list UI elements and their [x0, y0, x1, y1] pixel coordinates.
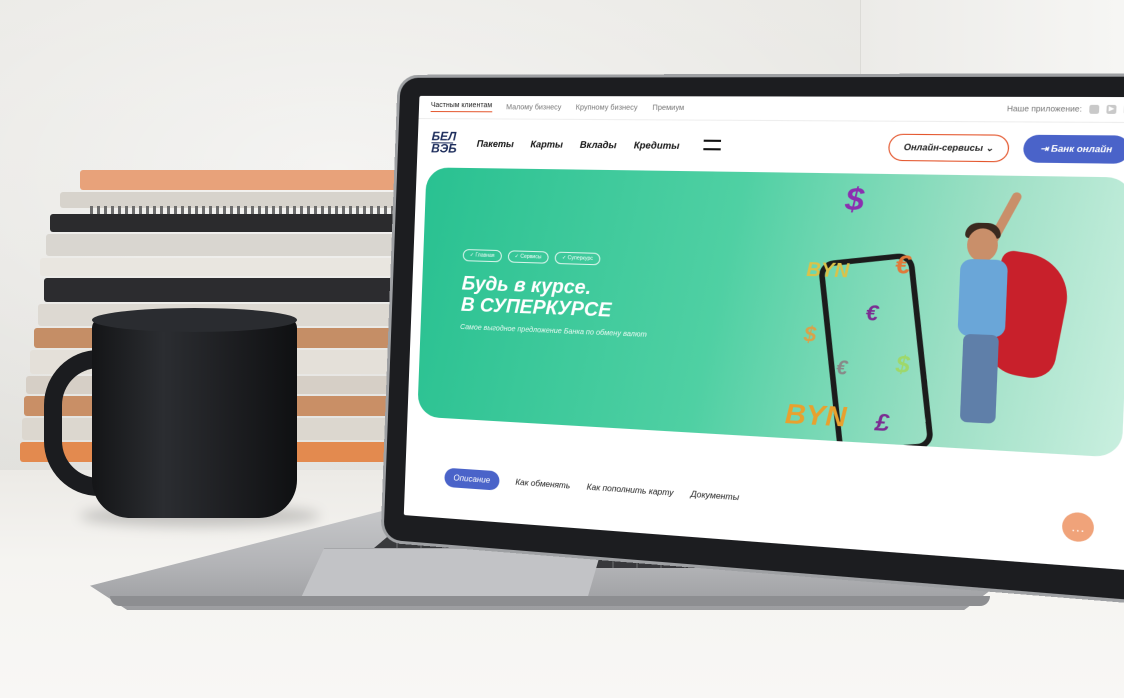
hamburger-menu-icon[interactable] — [702, 139, 721, 151]
bank-online-button[interactable]: ⇥ Банк онлайн — [1022, 134, 1124, 164]
laptop-lid: Частным клиентам Малому бизнесу Крупному… — [383, 76, 1124, 602]
nav-cards[interactable]: Карты — [530, 139, 563, 150]
scene-photo: Частным клиентам Малому бизнесу Крупному… — [0, 0, 1124, 698]
tab-small-business[interactable]: Малому бизнесу — [506, 104, 561, 111]
tab-private-clients[interactable]: Частным клиентам — [430, 101, 493, 113]
online-services-label: Онлайн-сервисы — [903, 141, 984, 153]
login-icon: ⇥ — [1040, 143, 1052, 154]
tab-how-to-exchange[interactable]: Как обменять — [515, 478, 570, 491]
nav-deposits[interactable]: Вклады — [580, 140, 617, 151]
apple-icon[interactable] — [1089, 104, 1100, 114]
nav-credits[interactable]: Кредиты — [634, 140, 680, 151]
coffee-mug — [92, 318, 297, 518]
breadcrumb: ✓ Главная ✓ Сервисы ✓ Суперкурс — [462, 248, 601, 266]
main-nav: Пакеты Карты Вклады Кредиты — [477, 134, 693, 155]
app-links: Наше приложение: ▶ — [1006, 104, 1124, 115]
page-tabs: Описание Как обменять Как пополнить карт… — [444, 467, 739, 508]
tab-documents[interactable]: Документы — [690, 489, 739, 502]
tab-large-business[interactable]: Крупному бизнесу — [576, 104, 638, 111]
bank-online-label: Банк онлайн — [1050, 143, 1113, 155]
notebook-spiral — [90, 206, 420, 214]
hero-title-line2: В СУПЕРКУРСЕ — [460, 294, 612, 322]
breadcrumb-supercourse-label: Суперкурс — [567, 255, 594, 263]
breadcrumb-home[interactable]: ✓ Главная — [462, 248, 502, 263]
byn-coin-icon: BYN — [805, 258, 850, 282]
google-play-icon[interactable]: ▶ — [1106, 104, 1117, 114]
person-shirt — [957, 258, 1009, 338]
person-head — [966, 228, 999, 263]
site-header: БЕЛ ВЭБ Пакеты Карты Вклады Кредиты Онла… — [417, 119, 1124, 175]
header-actions: Онлайн-сервисы ⌄ ⇥ Банк онлайн — [888, 133, 1124, 164]
chevron-down-icon: ⌄ — [985, 142, 994, 153]
euro-coin-icon: € — [865, 301, 879, 327]
laptop-base-edge — [110, 596, 990, 606]
tab-description[interactable]: Описание — [444, 467, 500, 491]
breadcrumb-home-label: Главная — [475, 252, 495, 260]
hero-title: Будь в курсе. В СУПЕРКУРСЕ — [461, 273, 613, 322]
dollar-coin-icon: $ — [895, 350, 911, 379]
breadcrumb-services-label: Сервисы — [520, 253, 542, 261]
tab-premium[interactable]: Премиум — [652, 104, 684, 111]
breadcrumb-supercourse[interactable]: ✓ Суперкурс — [554, 251, 601, 266]
laptop-trackpad — [300, 548, 602, 600]
chat-bubble-icon[interactable]: … — [1061, 511, 1095, 543]
hero-banner: ✓ Главная ✓ Сервисы ✓ Суперкурс Будь в к… — [417, 167, 1124, 458]
online-services-button[interactable]: Онлайн-сервисы ⌄ — [888, 133, 1010, 162]
laptop-screen: Частным клиентам Малому бизнесу Крупному… — [403, 95, 1124, 571]
tab-how-to-top-up[interactable]: Как пополнить карту — [587, 482, 674, 497]
byn-coin-icon: BYN — [784, 397, 848, 433]
pound-coin-icon: £ — [874, 408, 890, 437]
logo-bottom: ВЭБ — [430, 140, 457, 156]
nav-packages[interactable]: Пакеты — [477, 139, 514, 150]
hero-subtitle: Самое выгодное предложение Банка по обме… — [459, 323, 647, 339]
euro-coin-icon: € — [894, 250, 912, 281]
mug-rim — [92, 308, 297, 332]
dollar-coin-icon: $ — [803, 323, 817, 348]
person-jeans — [959, 333, 999, 424]
apps-label: Наше приложение: — [1006, 105, 1083, 114]
dollar-coin-icon: $ — [844, 182, 865, 219]
bank-logo[interactable]: БЕЛ ВЭБ — [430, 129, 457, 156]
breadcrumb-services[interactable]: ✓ Сервисы — [507, 250, 549, 264]
euro-coin-icon: € — [835, 356, 848, 379]
